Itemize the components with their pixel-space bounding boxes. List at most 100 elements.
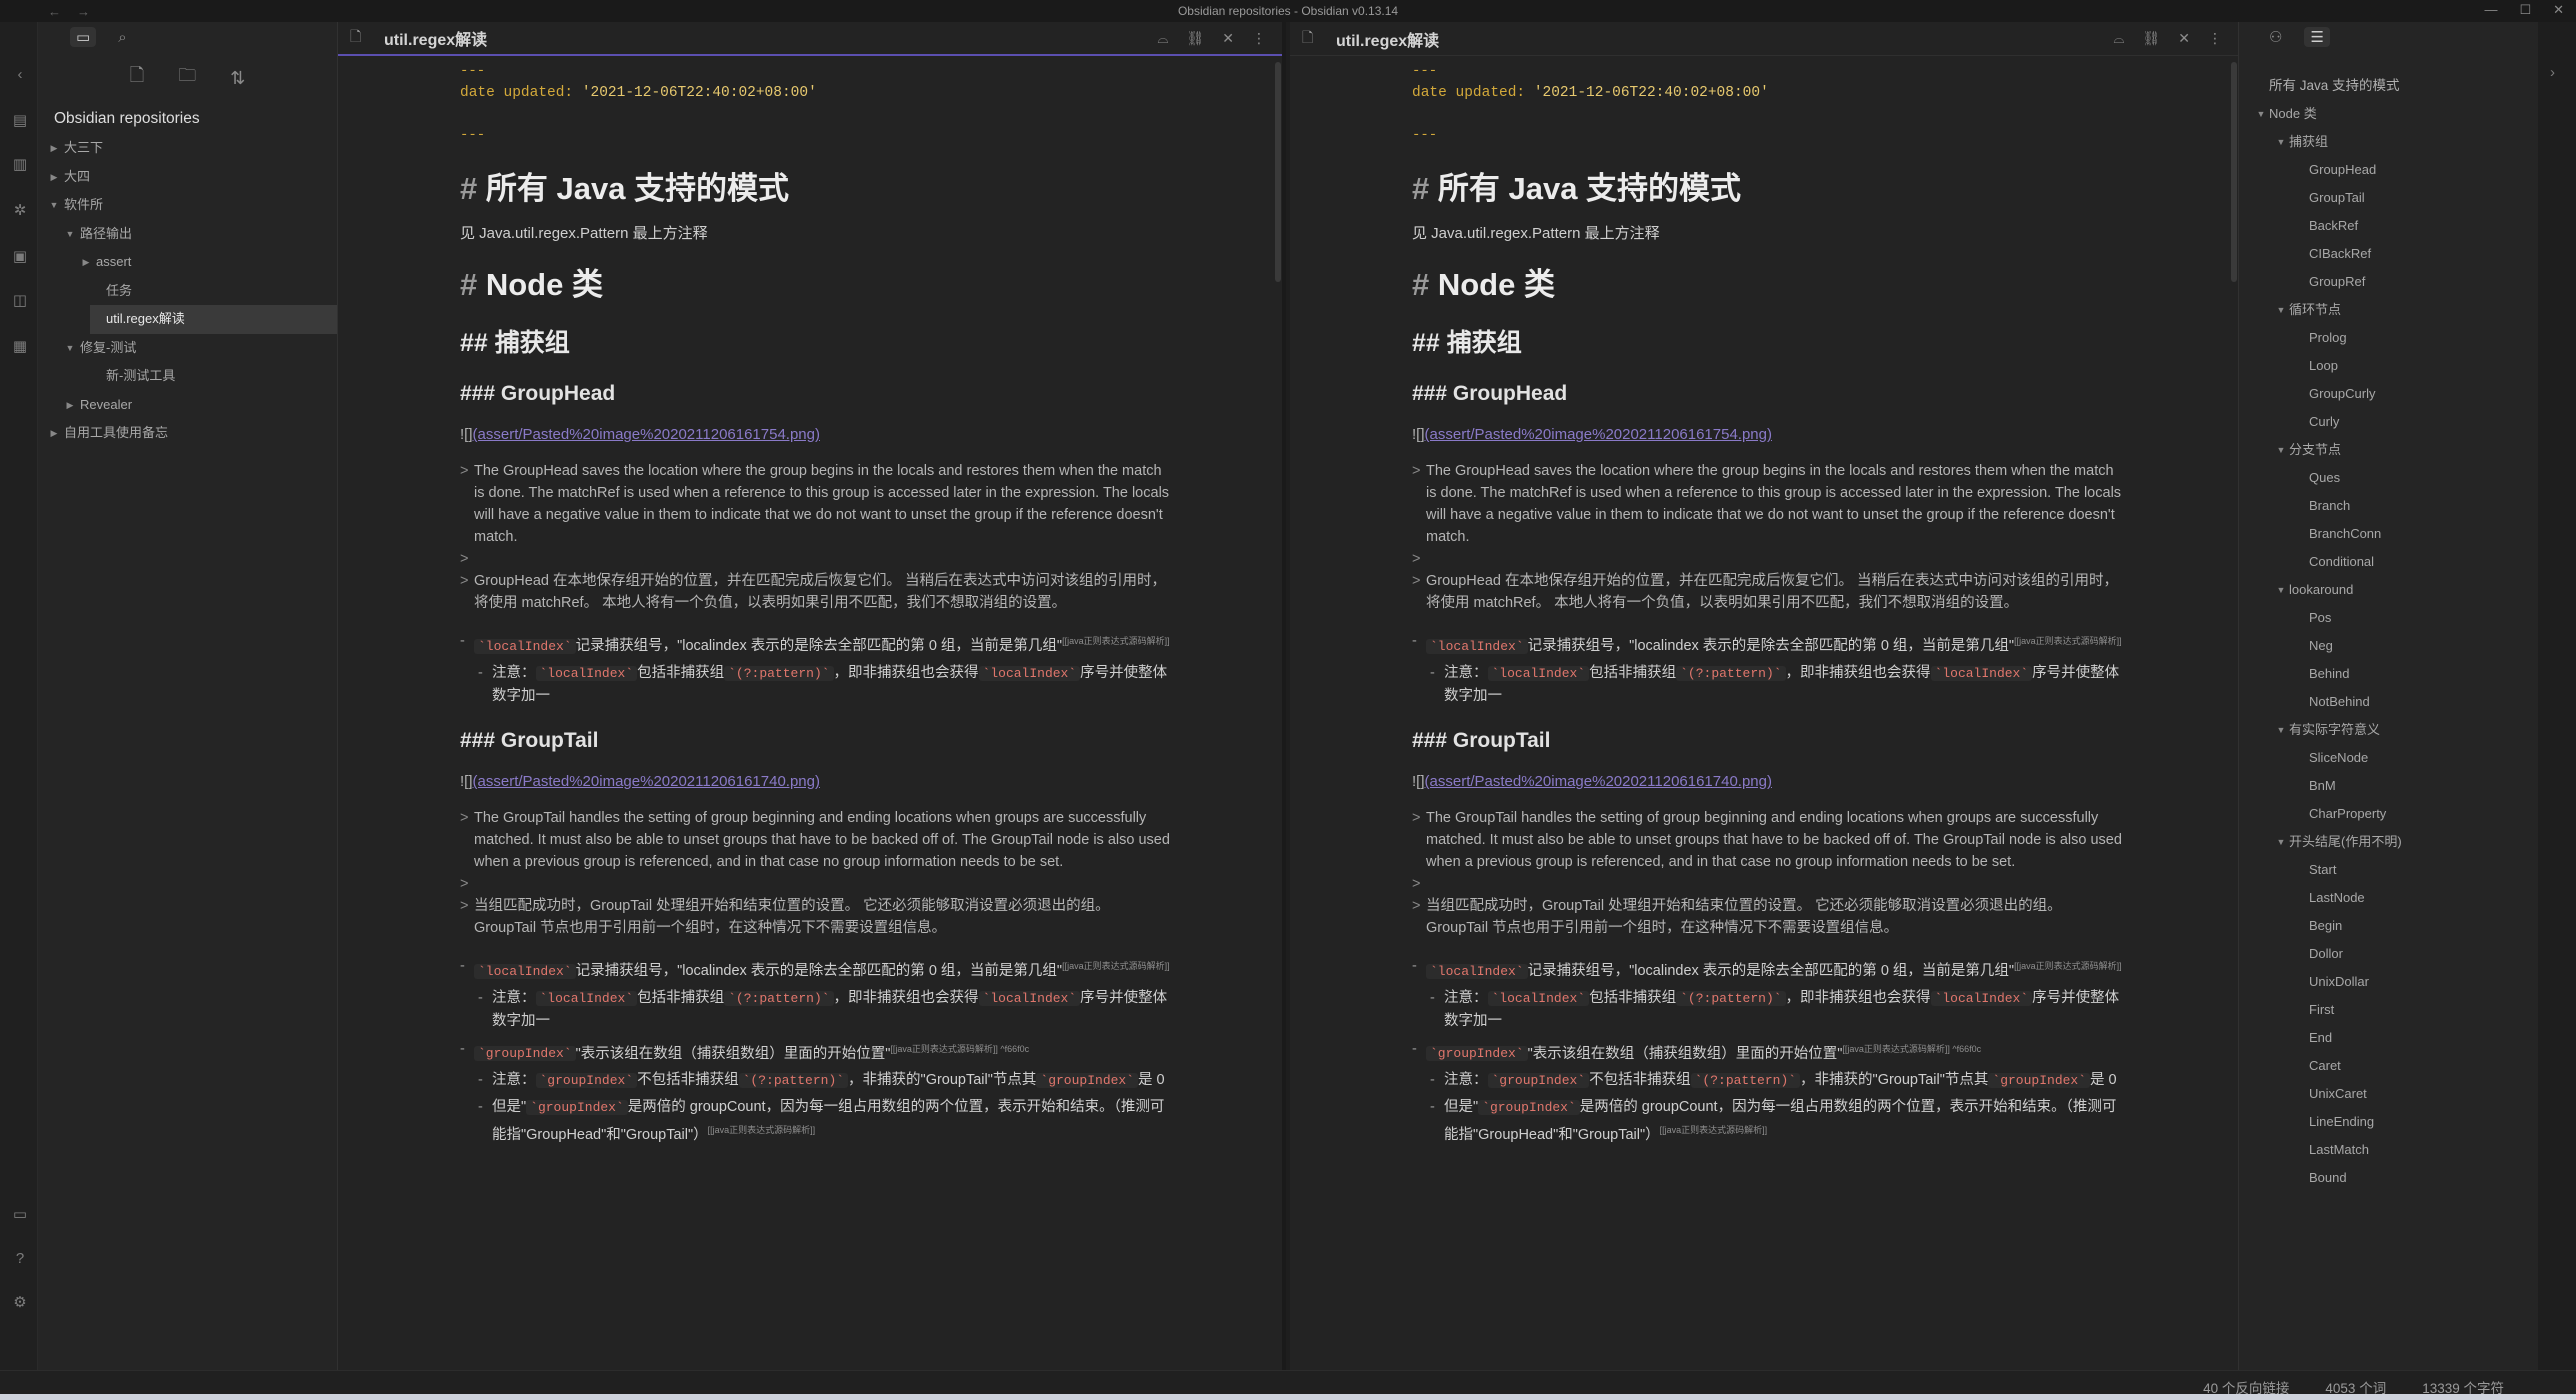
- settings-gear-icon[interactable]: ⚙: [11, 1294, 29, 1312]
- chevron-down-icon[interactable]: ▼: [2255, 100, 2267, 128]
- outline-item[interactable]: BranchConn: [2239, 520, 2538, 548]
- outline-item[interactable]: NotBehind: [2239, 688, 2538, 716]
- outline-item[interactable]: ▼ 开头结尾(作用不明): [2239, 828, 2538, 856]
- help-icon[interactable]: ?: [11, 1250, 29, 1268]
- tree-item[interactable]: 任务: [38, 277, 337, 306]
- outline-item[interactable]: Neg: [2239, 632, 2538, 660]
- chevron-down-icon[interactable]: ▼: [2275, 828, 2287, 856]
- more-options-icon[interactable]: ⋮: [1252, 30, 1266, 47]
- outline-item[interactable]: Prolog: [2239, 324, 2538, 352]
- tree-item[interactable]: ▶ 大四: [38, 163, 337, 192]
- daily-note-icon[interactable]: ▥: [11, 156, 29, 174]
- outline-item[interactable]: Loop: [2239, 352, 2538, 380]
- close-icon[interactable]: ✕: [1222, 30, 1234, 47]
- outline-item[interactable]: ▼ 有实际字符意义: [2239, 716, 2538, 744]
- templates-icon[interactable]: ▣: [11, 248, 29, 266]
- outline-item[interactable]: Dollor: [2239, 940, 2538, 968]
- new-note-icon[interactable]: 🗋: [130, 63, 144, 93]
- chevron-down-icon[interactable]: ▼: [2275, 128, 2287, 156]
- chevron-down-icon[interactable]: ▼: [64, 334, 76, 363]
- graph-view-icon[interactable]: ✲: [11, 202, 29, 220]
- tree-item[interactable]: util.regex解读: [90, 305, 337, 334]
- tree-item[interactable]: ▶ assert: [38, 248, 337, 277]
- close-window-button[interactable]: ✕: [2553, 2, 2564, 18]
- chevron-down-icon[interactable]: ▼: [2275, 576, 2287, 604]
- image-embed[interactable]: ![](assert/Pasted%20image%20202112061617…: [460, 769, 1170, 795]
- collapse-sidebar-icon[interactable]: ‹: [11, 66, 29, 84]
- wikilink-annotation[interactable]: [[java正则表达式源码解析]]: [2014, 961, 2122, 971]
- outline-item[interactable]: LastNode: [2239, 884, 2538, 912]
- outline-item[interactable]: ▼ Node 类: [2239, 100, 2538, 128]
- outline-item[interactable]: GroupRef: [2239, 268, 2538, 296]
- outline-item[interactable]: Curly: [2239, 408, 2538, 436]
- wikilink-annotation[interactable]: [[java正则表达式源码解析]]: [708, 1125, 816, 1135]
- scrollbar[interactable]: [2231, 62, 2237, 282]
- outline-item[interactable]: SliceNode: [2239, 744, 2538, 772]
- more-options-icon[interactable]: ⋮: [2208, 30, 2222, 47]
- outline-item[interactable]: Pos: [2239, 604, 2538, 632]
- outline-item[interactable]: Caret: [2239, 1052, 2538, 1080]
- chevron-right-icon[interactable]: ▶: [48, 419, 60, 448]
- tree-item[interactable]: ▶ 大三下: [38, 134, 337, 163]
- outline-item[interactable]: Branch: [2239, 492, 2538, 520]
- note-content[interactable]: --- date updated: '2021-12-06T22:40:02+0…: [460, 60, 1170, 1146]
- link-icon[interactable]: ⛓: [1186, 30, 1204, 47]
- image-embed[interactable]: ![](assert/Pasted%20image%20202112061617…: [1412, 769, 2122, 795]
- wikilink-annotation[interactable]: [[java正则表达式源码解析]]: [1062, 636, 1170, 646]
- outline-icon[interactable]: ☰: [2304, 27, 2330, 47]
- close-icon[interactable]: ✕: [2178, 30, 2190, 47]
- reading-view-icon[interactable]: ⌓: [1157, 30, 1168, 47]
- outline-item[interactable]: BnM: [2239, 772, 2538, 800]
- chevron-right-icon[interactable]: ▶: [48, 163, 60, 192]
- sort-icon[interactable]: ⇅: [230, 68, 245, 89]
- tree-item[interactable]: ▼ 修复-测试: [38, 334, 337, 363]
- outline-item[interactable]: GroupCurly: [2239, 380, 2538, 408]
- outline-item[interactable]: LastMatch: [2239, 1136, 2538, 1164]
- backlinks-icon[interactable]: ⚇: [2269, 28, 2282, 46]
- outline-item[interactable]: ▼ 分支节点: [2239, 436, 2538, 464]
- quick-switcher-icon[interactable]: ▤: [11, 112, 29, 130]
- new-folder-icon[interactable]: 🗀: [178, 63, 196, 93]
- outline-item[interactable]: BackRef: [2239, 212, 2538, 240]
- wikilink-annotation[interactable]: [[java正则表达式源码解析]] ^f66f0c: [890, 1044, 1029, 1054]
- expand-right-sidebar-icon[interactable]: ›: [2550, 64, 2555, 81]
- outline-item[interactable]: Begin: [2239, 912, 2538, 940]
- maximize-button[interactable]: ☐: [2519, 2, 2531, 18]
- outline-item[interactable]: ▼ 捕获组: [2239, 128, 2538, 156]
- pane-title[interactable]: util.regex解读: [1336, 27, 1439, 51]
- outline-item[interactable]: LineEnding: [2239, 1108, 2538, 1136]
- outline-root[interactable]: 所有 Java 支持的模式: [2239, 72, 2538, 100]
- outline-item[interactable]: Conditional: [2239, 548, 2538, 576]
- outline-item[interactable]: Start: [2239, 856, 2538, 884]
- tree-item[interactable]: ▼ 路径输出: [38, 220, 337, 249]
- embed-link[interactable]: (assert/Pasted%20image%2020211206161754.…: [473, 426, 820, 443]
- wikilink-annotation[interactable]: [[java正则表达式源码解析]]: [1062, 961, 1170, 971]
- embed-link[interactable]: (assert/Pasted%20image%2020211206161754.…: [1425, 426, 1772, 443]
- outline-item[interactable]: Behind: [2239, 660, 2538, 688]
- link-icon[interactable]: ⛓: [2142, 30, 2160, 47]
- wikilink-annotation[interactable]: [[java正则表达式源码解析]]: [2014, 636, 2122, 646]
- pane-title[interactable]: util.regex解读: [384, 26, 487, 50]
- tree-item[interactable]: 新-测试工具: [38, 362, 337, 391]
- folder-icon[interactable]: ▭: [70, 27, 97, 47]
- search-icon[interactable]: ⌕: [118, 29, 126, 46]
- outline-item[interactable]: UnixDollar: [2239, 968, 2538, 996]
- chevron-down-icon[interactable]: ▼: [2275, 296, 2287, 324]
- tree-item[interactable]: ▼ 软件所: [38, 191, 337, 220]
- wikilink-annotation[interactable]: [[java正则表达式源码解析]] ^f66f0c: [1842, 1044, 1981, 1054]
- vault-icon[interactable]: ▭: [11, 1206, 29, 1224]
- tree-item[interactable]: ▶ Revealer: [38, 391, 337, 420]
- chevron-down-icon[interactable]: ▼: [64, 220, 76, 249]
- outline-item[interactable]: End: [2239, 1024, 2538, 1052]
- canvas-icon[interactable]: ▦: [11, 338, 29, 356]
- outline-item[interactable]: UnixCaret: [2239, 1080, 2538, 1108]
- image-embed[interactable]: ![](assert/Pasted%20image%20202112061617…: [1412, 422, 2122, 448]
- chevron-down-icon[interactable]: ▼: [48, 191, 60, 220]
- note-content[interactable]: --- date updated: '2021-12-06T22:40:02+0…: [1412, 60, 2122, 1146]
- chevron-right-icon[interactable]: ▶: [48, 134, 60, 163]
- chevron-right-icon[interactable]: ▶: [64, 391, 76, 420]
- tree-item[interactable]: ▶ 自用工具使用备忘: [38, 419, 337, 448]
- chevron-down-icon[interactable]: ▼: [2275, 436, 2287, 464]
- outline-item[interactable]: CharProperty: [2239, 800, 2538, 828]
- chevron-down-icon[interactable]: ▼: [2275, 716, 2287, 744]
